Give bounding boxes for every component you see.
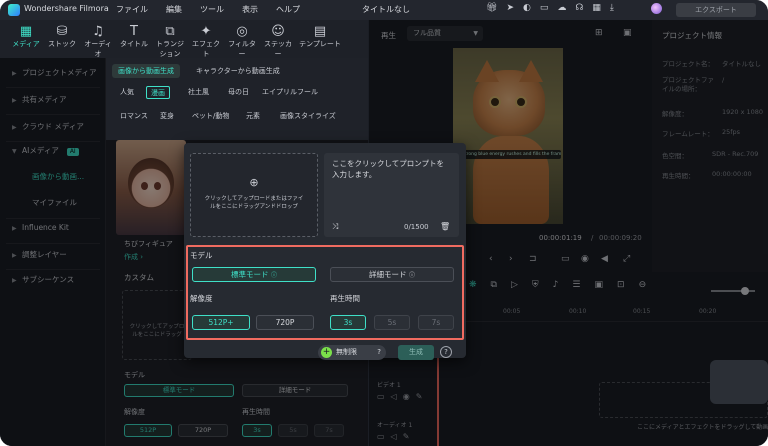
category-transform[interactable]: 変身 [156, 110, 178, 123]
tab-audio[interactable]: ♫ オーディオ [82, 20, 114, 58]
info-icon: ⓘ [270, 272, 277, 279]
duration-5s-button[interactable]: 5s [374, 315, 410, 330]
stock-icon: ⛁ [56, 24, 68, 39]
category-popular[interactable]: 人気 [116, 86, 138, 99]
title-bar: Wondershare Filmora ファイル 編集 ツール 表示 ヘルプ タ… [0, 0, 768, 20]
bulb-icon[interactable]: ◐ [523, 3, 531, 13]
export-button[interactable]: エクスポート [676, 3, 756, 17]
transition-icon: ⧉ [165, 24, 175, 39]
image-to-video-dialog: ⊕ クリックしてアップロードまたはファイルをここにドラッグアンドドロップ ここを… [184, 143, 466, 360]
res-512p-button[interactable]: 512P+ [192, 315, 250, 330]
generate-button[interactable]: 生成 [398, 345, 434, 360]
tab-stock[interactable]: ⛁ ストック [46, 20, 78, 58]
filter-icon: ◎ [236, 24, 248, 39]
send-icon[interactable]: ➤ [506, 3, 514, 13]
image-upload-area[interactable]: ⊕ クリックしてアップロードまたはファイルをここにドラッグアンドドロップ [190, 153, 318, 237]
highlight-frame: モデル 標準モード ⓘ 詳細モード ⓘ 解像度 再生時間 512P+ 720P … [186, 245, 464, 340]
trash-icon[interactable]: 🗑︎ [440, 221, 450, 232]
char-count: 0/1500 [404, 223, 429, 231]
duration-3s-button[interactable]: 3s [330, 315, 366, 330]
filmora-window: Wondershare Filmora ファイル 編集 ツール 表示 ヘルプ タ… [0, 0, 768, 446]
cloud-upload-icon[interactable]: ☁ [557, 3, 566, 13]
add-icon: ⊕ [249, 176, 259, 189]
tab-transitions[interactable]: ⧉ トランジション [154, 20, 186, 58]
category-april-fools[interactable]: エイプリルフール [258, 86, 322, 99]
monitor-icon[interactable]: ▭ [540, 3, 549, 13]
tab-templates[interactable]: ▤ テンプレート [298, 20, 342, 58]
unlimited-toggle[interactable]: + 無制限 ? [318, 345, 386, 360]
tab-media[interactable]: ▦ メディア [10, 20, 42, 58]
menu-help[interactable]: ヘルプ [276, 4, 300, 15]
tab-effects[interactable]: ✦ エフェクト [190, 20, 222, 58]
category-mothers-day[interactable]: 母の日 [224, 86, 253, 99]
res-720p-button[interactable]: 720P [256, 315, 314, 330]
download-icon[interactable]: ⤓ [610, 3, 614, 13]
grid-icon[interactable]: ▦ [592, 3, 601, 13]
media-icon: ▦ [19, 24, 33, 39]
tab-titles[interactable]: T タイトル [118, 20, 150, 58]
app-name: Wondershare Filmora [24, 4, 109, 13]
duration-7s-button[interactable]: 7s [418, 315, 454, 330]
category-image-stylize[interactable]: 画像スタイライズ [276, 110, 340, 123]
text-icon: T [130, 24, 138, 39]
tool-tabs: ▦ メディア ⛁ ストック ♫ オーディオ T タイトル ⧉ トランジション ✦ エフェクト… [0, 20, 368, 58]
tab-filters[interactable]: ◎ フィルター [226, 20, 258, 58]
menu-edit[interactable]: 編集 [166, 4, 182, 15]
floating-widget[interactable] [710, 360, 768, 404]
menu-view[interactable]: 表示 [242, 4, 258, 15]
duration-label: 再生時間 [330, 294, 360, 303]
document-title: タイトルなし [362, 5, 410, 14]
music-note-icon: ♫ [92, 24, 104, 39]
help-icon: ? [377, 348, 381, 356]
template-icon: ▤ [313, 24, 327, 39]
gift-icon[interactable]: 🎁︎ [486, 3, 497, 13]
filmora-logo [8, 4, 20, 16]
sparkle-icon: ✦ [200, 24, 212, 39]
standard-mode-button[interactable]: 標準モード ⓘ [192, 267, 316, 282]
resolution-label: 解像度 [190, 294, 213, 303]
user-avatar[interactable] [651, 3, 662, 14]
info-icon: ⓘ [408, 272, 415, 279]
titlebar-icons: 🎁︎ ➤ ◐ ▭ ☁ ☊ ▦ ⤓ [486, 3, 614, 13]
tab-character-to-video[interactable]: キャラクターから動画生成 [190, 64, 286, 78]
category-romance[interactable]: ロマンス [116, 110, 152, 123]
sticker-icon: ☺ [271, 24, 285, 39]
plus-icon: + [321, 347, 332, 358]
help-circle-icon[interactable]: ? [440, 346, 452, 358]
tab-image-to-video[interactable]: 画像から動画生成 [112, 64, 180, 78]
menu-bar: ファイル 編集 ツール 表示 ヘルプ [116, 4, 300, 15]
category-pets[interactable]: ペット/動物 [188, 110, 233, 123]
prompt-input[interactable]: ここをクリックしてプロンプトを入力します。 ⤨ 0/1500 🗑︎ [324, 153, 459, 237]
category-elements[interactable]: 元素 [242, 110, 264, 123]
menu-file[interactable]: ファイル [116, 4, 148, 15]
model-label: モデル [190, 251, 213, 260]
headset-icon[interactable]: ☊ [575, 3, 583, 13]
category-style[interactable]: 社土風 [184, 86, 213, 99]
detail-mode-button[interactable]: 詳細モード ⓘ [330, 267, 454, 282]
tab-stickers[interactable]: ☺ ステッカー [262, 20, 294, 58]
menu-tools[interactable]: ツール [200, 4, 224, 15]
shuffle-icon[interactable]: ⤨ [332, 221, 338, 232]
category-manga[interactable]: 漫画 [146, 86, 170, 99]
